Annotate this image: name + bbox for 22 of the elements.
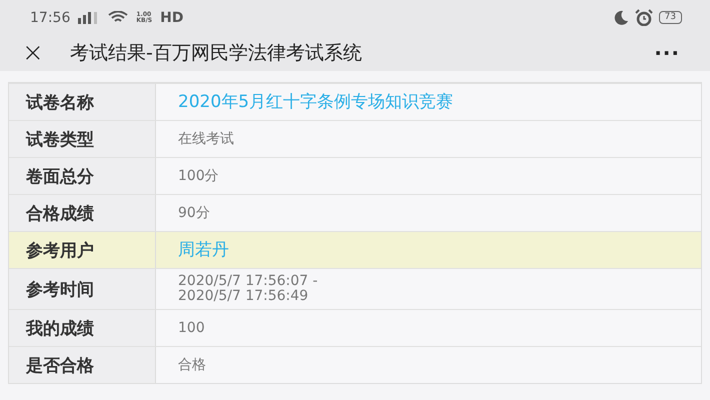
- row-label: 合格成绩: [9, 195, 156, 231]
- battery-indicator: 73: [658, 11, 682, 24]
- value-text: 90分: [177, 204, 211, 222]
- value-text: 在线考试: [177, 130, 235, 148]
- moon-icon: [612, 10, 629, 26]
- alarm-icon: [634, 9, 653, 26]
- row-label: 参考时间: [9, 269, 156, 309]
- clock: 17:56: [30, 10, 70, 26]
- network-type: HD: [160, 10, 184, 26]
- more-button[interactable]: ···: [654, 41, 680, 65]
- row-label: 我的成绩: [9, 310, 156, 346]
- row-label: 试卷类型: [9, 121, 156, 157]
- value-text: 100分: [177, 166, 220, 186]
- row-label: 是否合格: [9, 347, 156, 383]
- value-text: 100: [177, 318, 206, 338]
- row-label: 卷面总分: [9, 158, 156, 194]
- close-button[interactable]: ×: [22, 40, 52, 66]
- value-text: 合格: [177, 356, 207, 374]
- page-title: 考试结果-百万网民学法律考试系统: [70, 41, 363, 66]
- value-text: 2020/5/7 17:56:07 - 2020/5/7 17:56:49: [177, 272, 319, 306]
- wifi-icon: [108, 11, 128, 24]
- row-label: 试卷名称: [9, 84, 156, 120]
